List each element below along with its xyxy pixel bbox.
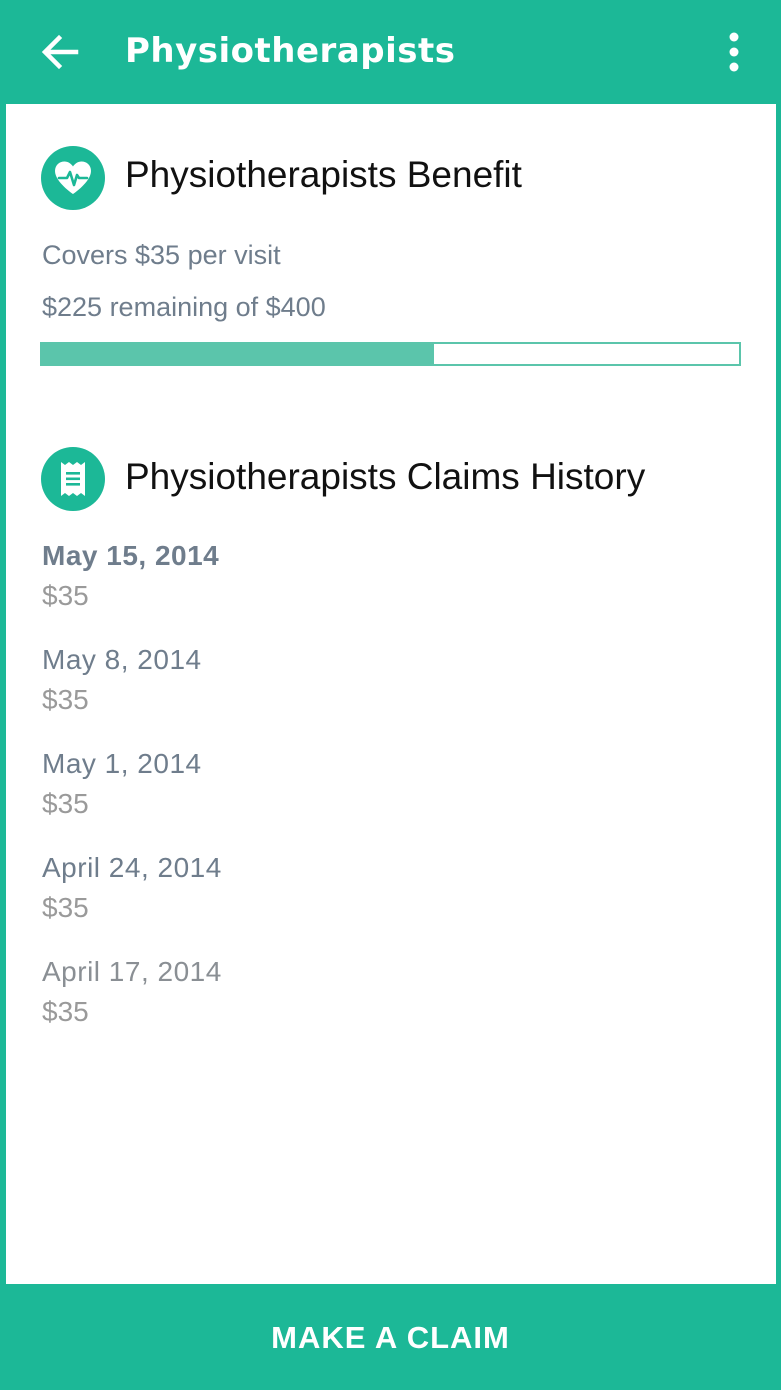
more-vertical-icon bbox=[729, 32, 739, 72]
claim-amount: $35 bbox=[42, 788, 89, 819]
claim-date: April 17, 2014 bbox=[42, 956, 222, 987]
claim-amount: $35 bbox=[42, 996, 89, 1027]
heart-pulse-icon bbox=[41, 146, 105, 210]
remaining-text: $225 remaining of $400 bbox=[42, 292, 326, 322]
app-bar: Physiotherapists bbox=[0, 0, 781, 104]
claim-amount: $35 bbox=[42, 892, 89, 923]
claims-history-title: Physiotherapists Claims History bbox=[125, 456, 646, 497]
make-claim-label: MAKE A CLAIM bbox=[271, 1320, 510, 1355]
list-item[interactable]: April 24, 2014 $35 bbox=[42, 850, 742, 954]
claim-date: May 8, 2014 bbox=[42, 644, 202, 675]
benefit-card: Physiotherapists Benefit Covers $35 per … bbox=[6, 104, 776, 1284]
list-item[interactable]: May 8, 2014 $35 bbox=[42, 642, 742, 746]
benefit-progress-fill bbox=[42, 344, 435, 364]
list-item[interactable]: April 17, 2014 $35 bbox=[42, 954, 742, 1058]
claim-date: May 15, 2014 bbox=[42, 540, 220, 571]
page-title: Physiotherapists bbox=[125, 31, 456, 71]
back-button[interactable] bbox=[30, 22, 90, 82]
claims-list: May 15, 2014 $35 May 8, 2014 $35 May 1, … bbox=[42, 538, 742, 1058]
receipt-icon bbox=[41, 447, 105, 511]
claim-amount: $35 bbox=[42, 684, 89, 715]
benefit-progress-bar bbox=[40, 342, 741, 366]
coverage-text: Covers $35 per visit bbox=[42, 240, 281, 270]
arrow-left-icon bbox=[41, 34, 79, 70]
list-item[interactable]: May 15, 2014 $35 bbox=[42, 538, 742, 642]
list-item[interactable]: May 1, 2014 $35 bbox=[42, 746, 742, 850]
claim-amount: $35 bbox=[42, 580, 89, 611]
more-options-button[interactable] bbox=[712, 26, 756, 78]
claim-date: May 1, 2014 bbox=[42, 748, 202, 779]
benefit-title: Physiotherapists Benefit bbox=[125, 154, 522, 195]
claim-date: April 24, 2014 bbox=[42, 852, 222, 883]
make-claim-button[interactable]: MAKE A CLAIM bbox=[0, 1286, 781, 1390]
